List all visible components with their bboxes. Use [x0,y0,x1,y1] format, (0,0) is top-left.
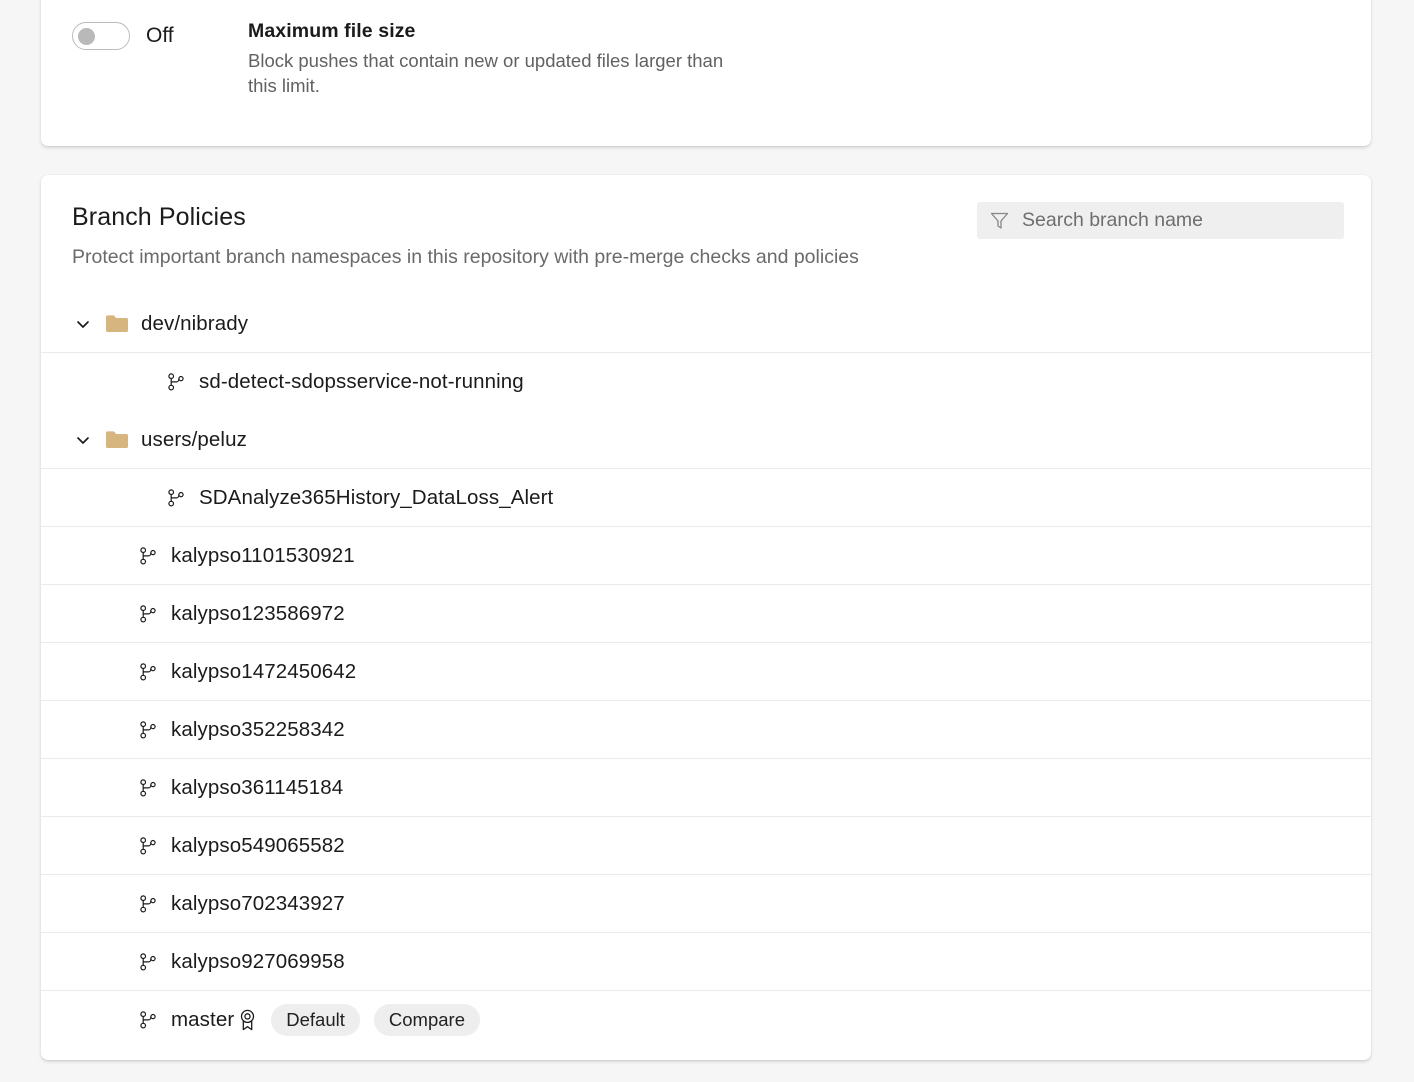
filter-funnel-icon [989,210,1010,231]
folder-row-dev-nibrady[interactable]: dev/nibrady [41,294,1371,352]
branch-row-kalypso1101530921[interactable]: kalypso1101530921 [41,526,1371,584]
max-file-size-setting-row: Off Maximum file size Block pushes that … [72,20,748,98]
folder-icon [106,431,128,449]
chevron-down-icon[interactable] [72,316,94,332]
git-branch-icon [138,1010,158,1030]
default-badge[interactable]: Default [271,1004,360,1036]
toggle-knob [78,28,95,45]
branch-policies-list: dev/nibrady sd-detect-sdopsservice-not-r… [41,294,1371,1048]
branch-label: kalypso927069958 [171,950,345,974]
folder-label: dev/nibrady [141,312,248,336]
max-file-size-toggle-label: Off [146,22,174,50]
branch-row-kalypso352258342[interactable]: kalypso352258342 [41,700,1371,758]
branch-policies-card: Branch Policies Protect important branch… [41,175,1371,1060]
branch-label: kalypso352258342 [171,718,345,742]
chevron-down-glyph [75,316,91,332]
branch-policies-header: Branch Policies Protect important branch… [41,175,1371,294]
max-file-size-title: Maximum file size [248,20,748,43]
chevron-down-glyph [75,432,91,448]
git-branch-icon [138,604,158,624]
branch-row-kalypso927069958[interactable]: kalypso927069958 [41,932,1371,990]
branch-row-kalypso1472450642[interactable]: kalypso1472450642 [41,642,1371,700]
branch-search-input[interactable] [1022,209,1332,232]
max-file-size-toggle[interactable] [72,22,130,50]
branch-row-kalypso702343927[interactable]: kalypso702343927 [41,874,1371,932]
git-branch-icon [138,952,158,972]
branch-row-master[interactable]: master Default Compare [41,990,1371,1048]
branch-row-kalypso361145184[interactable]: kalypso361145184 [41,758,1371,816]
branch-label: kalypso1472450642 [171,660,356,684]
branch-label: SDAnalyze365History_DataLoss_Alert [199,486,553,510]
chevron-down-icon[interactable] [72,432,94,448]
branch-row-sd-detect-sdopsservice-not-running[interactable]: sd-detect-sdopsservice-not-running [41,352,1371,410]
folder-icon [106,315,128,333]
branch-label: kalypso549065582 [171,834,345,858]
branch-label: kalypso1101530921 [171,544,355,568]
branch-label: sd-detect-sdopsservice-not-running [199,370,524,394]
git-branch-icon [138,662,158,682]
default-branch-ribbon-icon [238,1009,257,1031]
max-file-size-toggle-group: Off [72,20,248,50]
git-branch-icon [138,720,158,740]
branch-row-sdanalyze365history-dataloss-alert[interactable]: SDAnalyze365History_DataLoss_Alert [41,468,1371,526]
max-file-size-description: Block pushes that contain new or updated… [248,48,748,98]
branch-label: kalypso702343927 [171,892,345,916]
branch-row-kalypso123586972[interactable]: kalypso123586972 [41,584,1371,642]
branch-row-kalypso549065582[interactable]: kalypso549065582 [41,816,1371,874]
branch-label: kalypso123586972 [171,602,345,626]
folder-label: users/peluz [141,428,247,452]
max-file-size-text: Maximum file size Block pushes that cont… [248,20,748,98]
branch-label: kalypso361145184 [171,776,343,800]
git-branch-icon [166,488,186,508]
folder-row-users-peluz[interactable]: users/peluz [41,410,1371,468]
branch-label: master [171,1008,234,1032]
git-branch-icon [166,372,186,392]
compare-button[interactable]: Compare [374,1004,480,1036]
git-branch-icon [138,546,158,566]
git-branch-icon [138,778,158,798]
branch-search-box[interactable] [977,202,1344,239]
git-branch-icon [138,894,158,914]
max-file-size-card: Off Maximum file size Block pushes that … [41,0,1371,146]
git-branch-icon [138,836,158,856]
settings-page: Off Maximum file size Block pushes that … [0,0,1414,1082]
branch-policies-subtitle: Protect important branch namespaces in t… [72,246,1340,269]
